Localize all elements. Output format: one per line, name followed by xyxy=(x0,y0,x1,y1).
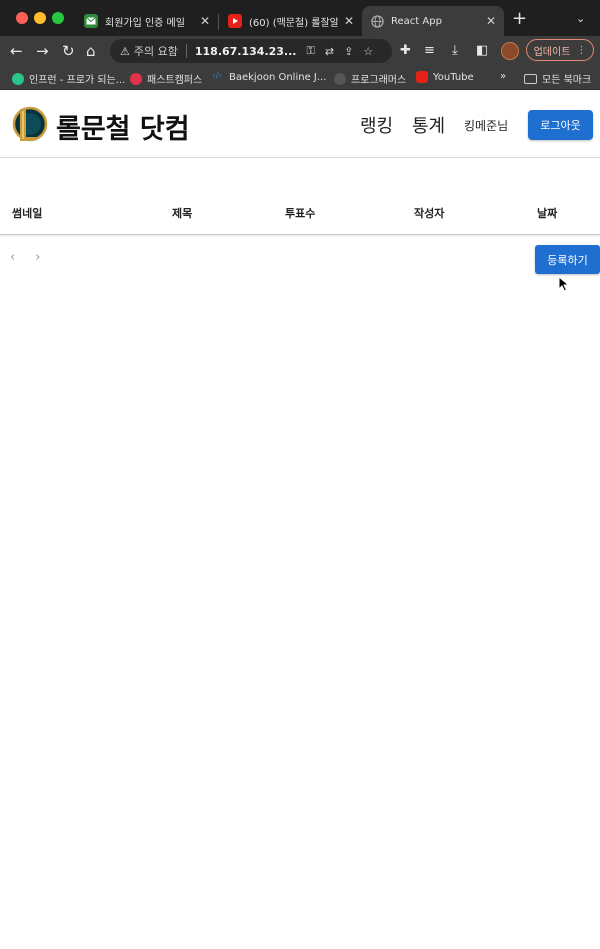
column-header-thumbnail: 썸네일 xyxy=(12,207,43,220)
tab-react-app[interactable]: React App ✕ xyxy=(362,6,504,36)
maximize-window-button[interactable] xyxy=(52,12,64,24)
url-text: 118.67.134.23... xyxy=(194,44,297,58)
minimize-window-button[interactable] xyxy=(34,12,46,24)
bookmark-label: Baekjoon Online J... xyxy=(229,71,327,83)
app-header: 롤문철 닷컴 랭킹 통계 킹메준님 로그아웃 xyxy=(0,91,600,158)
share-icon[interactable]: ⇪ xyxy=(344,45,353,58)
youtube-icon xyxy=(416,71,428,83)
mouse-cursor-icon xyxy=(558,276,570,292)
inflearn-icon xyxy=(12,72,24,85)
prev-page-icon[interactable]: ‹ xyxy=(10,250,15,265)
all-bookmarks[interactable]: 모든 북마크 xyxy=(524,71,591,86)
code-icon: ‹/› xyxy=(212,71,223,81)
key-icon[interactable]: ⚿ xyxy=(306,44,314,58)
forward-arrow-icon[interactable]: → xyxy=(36,42,49,60)
side-panel-icon[interactable]: ◧ xyxy=(476,42,488,60)
next-page-icon[interactable]: › xyxy=(35,250,40,265)
youtube-icon xyxy=(228,14,242,28)
column-header-author: 작성자 xyxy=(414,207,445,220)
new-tab-icon[interactable]: + xyxy=(512,10,527,28)
column-header-votes: 투표수 xyxy=(285,207,316,220)
close-tab-icon[interactable]: ✕ xyxy=(344,14,354,28)
table-header: 썸네일 제목 투표수 작성자 날짜 xyxy=(0,188,600,235)
tab-signup-mail[interactable]: 회원가입 인증 메일 ✕ xyxy=(76,6,218,36)
address-divider xyxy=(185,44,187,58)
chevron-down-icon[interactable]: ⌄ xyxy=(576,12,585,25)
profile-avatar[interactable] xyxy=(501,42,519,60)
bookmark-youtube[interactable]: YouTube xyxy=(416,71,474,83)
home-icon[interactable]: ⌂ xyxy=(86,42,96,60)
close-window-button[interactable] xyxy=(16,12,28,24)
bookmark-inflearn[interactable]: 인프런 - 프로가 되는... xyxy=(12,71,125,86)
translate-icon[interactable]: ⇄ xyxy=(325,45,334,58)
bookmark-label: 프로그래머스 xyxy=(351,75,407,86)
tab-youtube[interactable]: (60) (맥문철) 롤잘알님 ✕ xyxy=(220,6,362,36)
register-button[interactable]: 등록하기 xyxy=(535,245,600,274)
logout-button[interactable]: 로그아웃 xyxy=(528,110,593,140)
pagination: ‹ › xyxy=(10,250,40,265)
bookmarks-bar: 인프런 - 프로가 되는... 패스트캠퍼스 ‹/› Baekjoon Onli… xyxy=(0,66,600,90)
bookmark-label: YouTube xyxy=(433,71,474,83)
all-bookmarks-label: 모든 북마크 xyxy=(542,75,592,86)
more-bookmarks[interactable]: » xyxy=(500,71,506,82)
close-tab-icon[interactable]: ✕ xyxy=(486,14,496,28)
nav-stats[interactable]: 통계 xyxy=(412,112,445,138)
lol-logo-icon[interactable] xyxy=(12,105,48,143)
download-icon[interactable]: ⤓ xyxy=(452,42,458,60)
security-warning: 주의 요함 xyxy=(133,45,178,58)
tab-title: React App xyxy=(391,15,442,27)
more-bookmarks-label: » xyxy=(500,71,507,82)
bookmark-fastcampus[interactable]: 패스트캠퍼스 xyxy=(130,71,202,86)
bookmark-baekjoon[interactable]: ‹/› Baekjoon Online J... xyxy=(212,71,326,83)
update-label: 업데이트 xyxy=(533,46,571,58)
browser-tab-strip: 회원가입 인증 메일 ✕ (60) (맥문철) 롤잘알님 ✕ React App… xyxy=(0,0,600,36)
reload-icon[interactable]: ↻ xyxy=(62,42,75,60)
tab-divider xyxy=(218,14,219,30)
back-arrow-icon[interactable]: ← xyxy=(10,42,23,60)
globe-icon xyxy=(370,14,384,28)
tab-title: 회원가입 인증 메일 xyxy=(105,17,185,29)
fastcampus-icon xyxy=(130,72,142,85)
reading-list-icon[interactable]: ≡ xyxy=(424,42,435,60)
programmers-icon xyxy=(334,72,346,85)
tab-title: (60) (맥문철) 롤잘알님 xyxy=(249,17,338,29)
mail-icon xyxy=(84,14,98,28)
update-button[interactable]: 업데이트 ⋮ xyxy=(526,39,594,61)
address-bar[interactable]: ⚠ 주의 요함 118.67.134.23... ⚿ ⇄ ⇪ ☆ xyxy=(110,39,392,63)
extensions-icon[interactable]: ✚ xyxy=(400,42,411,60)
bookmark-label: 인프런 - 프로가 되는... xyxy=(29,75,126,86)
folder-icon xyxy=(524,73,537,84)
nav-ranking[interactable]: 랭킹 xyxy=(360,112,393,138)
user-name: 킹메준님 xyxy=(464,119,509,133)
bookmark-label: 패스트캠퍼스 xyxy=(147,75,203,86)
close-tab-icon[interactable]: ✕ xyxy=(200,14,210,28)
star-icon[interactable]: ☆ xyxy=(363,45,373,58)
more-vertical-icon: ⋮ xyxy=(576,44,587,56)
site-title[interactable]: 롤문철 닷컴 xyxy=(56,107,190,146)
column-header-date: 날짜 xyxy=(537,207,558,220)
bookmark-programmers[interactable]: 프로그래머스 xyxy=(334,71,406,86)
warning-icon: ⚠ xyxy=(120,44,130,58)
column-header-title: 제목 xyxy=(172,207,193,220)
